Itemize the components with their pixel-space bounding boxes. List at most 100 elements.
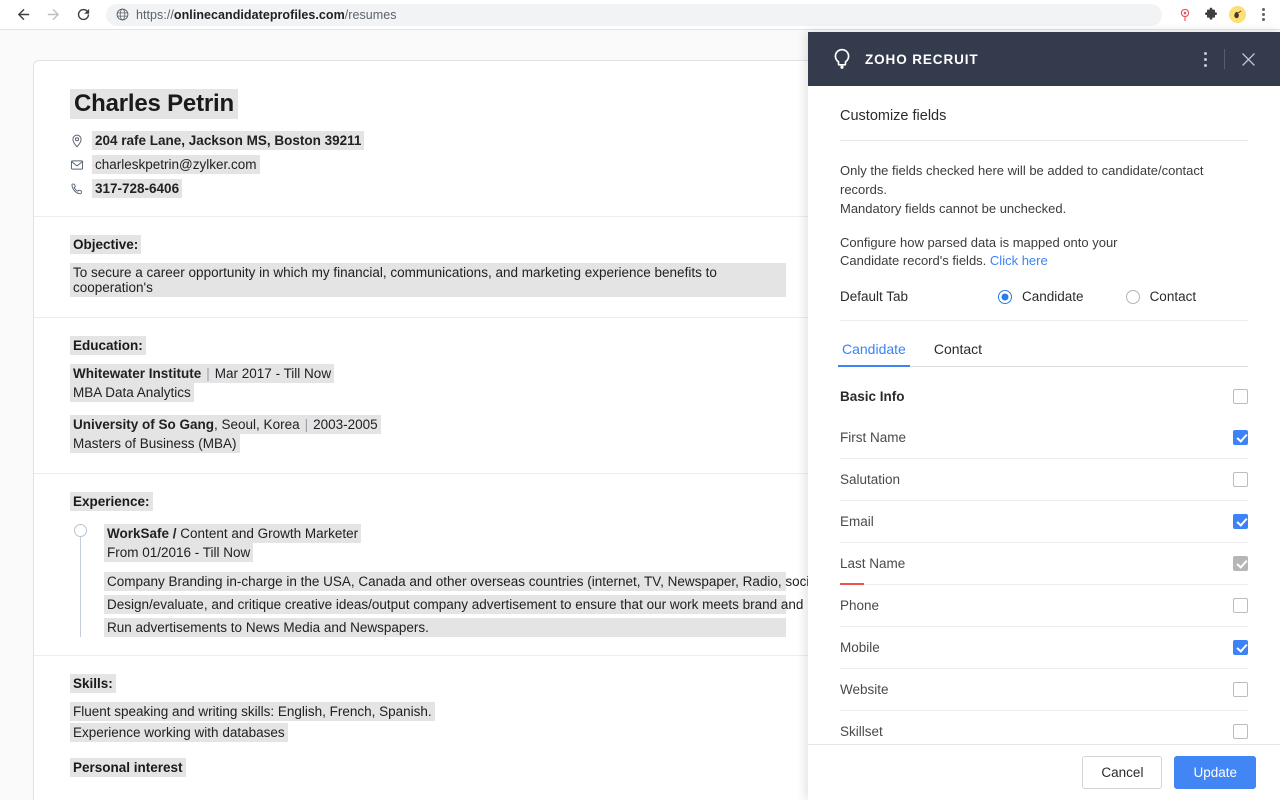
customize-fields-title: Customize fields bbox=[840, 86, 1248, 140]
panel-footer: Cancel Update bbox=[808, 744, 1280, 800]
browser-menu-icon[interactable] bbox=[1250, 2, 1276, 28]
field-label: Last Name bbox=[840, 556, 905, 571]
panel-tabs: Candidate Contact bbox=[840, 341, 1248, 367]
description-line-1: Only the fields checked here will be add… bbox=[840, 163, 1204, 197]
field-group-label: Basic Info bbox=[840, 389, 905, 404]
close-icon[interactable] bbox=[1233, 46, 1264, 73]
field-checkbox[interactable] bbox=[1233, 682, 1248, 697]
configure-description: Configure how parsed data is mapped onto… bbox=[840, 219, 1248, 272]
configure-line-2: Candidate record's fields. bbox=[840, 253, 986, 268]
update-button[interactable]: Update bbox=[1174, 756, 1256, 789]
tab-candidate[interactable]: Candidate bbox=[840, 341, 908, 366]
experience-section: Experience: WorkSafe / Content and Growt… bbox=[70, 492, 786, 637]
honey-badge bbox=[1229, 6, 1246, 23]
experience-title: WorkSafe / Content and Growth Marketer bbox=[104, 524, 361, 543]
arrow-right-icon bbox=[45, 6, 62, 23]
field-checkbox[interactable] bbox=[1233, 430, 1248, 445]
candidate-name: Charles Petrin bbox=[70, 89, 238, 119]
cancel-button[interactable]: Cancel bbox=[1082, 756, 1162, 789]
click-here-link[interactable]: Click here bbox=[990, 253, 1048, 268]
panel-scroll-area[interactable]: Customize fields Only the fields checked… bbox=[808, 86, 1280, 744]
field-row[interactable]: Phone bbox=[840, 585, 1248, 627]
default-tab-row: Default Tab Candidate Contact bbox=[840, 271, 1248, 321]
contact-email: charleskpetrin@zylker.com bbox=[92, 155, 260, 174]
field-row[interactable]: Salutation bbox=[840, 459, 1248, 501]
education-heading: Education: bbox=[70, 336, 146, 355]
skill-item: Fluent speaking and writing skills: Engl… bbox=[70, 702, 435, 721]
field-label: Salutation bbox=[840, 472, 900, 487]
field-checkbox[interactable] bbox=[1233, 389, 1248, 404]
field-row[interactable]: Last Name bbox=[840, 543, 1248, 585]
contact-phone: 317-728-6406 bbox=[92, 179, 182, 198]
radio-option-candidate[interactable]: Candidate bbox=[998, 289, 1084, 304]
phone-icon bbox=[70, 182, 92, 196]
field-row[interactable]: Email bbox=[840, 501, 1248, 543]
globe-icon bbox=[116, 8, 129, 21]
radio-option-contact[interactable]: Contact bbox=[1126, 289, 1197, 304]
field-label: Website bbox=[840, 682, 889, 697]
panel-header: ZOHO RECRUIT bbox=[808, 32, 1280, 86]
field-checkbox[interactable] bbox=[1233, 640, 1248, 655]
panel-description: Only the fields checked here will be add… bbox=[840, 141, 1248, 219]
field-row[interactable]: Skillset bbox=[840, 711, 1248, 744]
divider bbox=[34, 473, 824, 474]
objective-section: Objective: To secure a career opportunit… bbox=[70, 235, 786, 299]
experience-bullets: Company Branding in-charge in the USA, C… bbox=[104, 572, 786, 637]
field-row[interactable]: First Name bbox=[840, 417, 1248, 459]
radio-contact-input[interactable] bbox=[1126, 290, 1140, 304]
field-label: Mobile bbox=[840, 640, 880, 655]
panel-kebab-menu-icon[interactable] bbox=[1195, 46, 1216, 73]
pin-extension-icon[interactable] bbox=[1172, 2, 1198, 28]
experience-heading: Experience: bbox=[70, 492, 153, 511]
envelope-icon bbox=[70, 158, 92, 172]
field-label: Phone bbox=[840, 598, 879, 613]
contact-address-row: 204 rafe Lane, Jackson MS, Boston 39211 bbox=[70, 131, 786, 150]
divider bbox=[34, 655, 824, 656]
puzzle-extension-icon[interactable] bbox=[1198, 2, 1224, 28]
panel-brand-title: ZOHO RECRUIT bbox=[865, 52, 1195, 67]
field-label: First Name bbox=[840, 430, 906, 445]
field-checkbox[interactable] bbox=[1233, 598, 1248, 613]
radio-candidate-input[interactable] bbox=[998, 290, 1012, 304]
timeline-rail bbox=[80, 530, 81, 637]
screen-root: https://onlinecandidateprofiles.com/resu… bbox=[0, 0, 1280, 800]
education-school-line: University of So Gang, Seoul, Korea|2003… bbox=[70, 415, 381, 434]
configure-line-1: Configure how parsed data is mapped onto… bbox=[840, 235, 1118, 250]
default-tab-label: Default Tab bbox=[840, 289, 998, 304]
education-degree: MBA Data Analytics bbox=[70, 383, 194, 402]
contact-email-row: charleskpetrin@zylker.com bbox=[70, 155, 786, 174]
field-label: Skillset bbox=[840, 724, 883, 739]
field-label: Email bbox=[840, 514, 874, 529]
education-entry: Whitewater Institute|Mar 2017 - Till Now… bbox=[70, 364, 786, 404]
skills-heading: Skills: bbox=[70, 674, 116, 693]
field-checkbox[interactable] bbox=[1233, 472, 1248, 487]
timeline-dot-icon bbox=[74, 524, 87, 537]
honey-extension-icon[interactable] bbox=[1224, 2, 1250, 28]
address-bar[interactable]: https://onlinecandidateprofiles.com/resu… bbox=[106, 4, 1162, 26]
browser-toolbar: https://onlinecandidateprofiles.com/resu… bbox=[0, 0, 1280, 30]
field-row[interactable]: Website bbox=[840, 669, 1248, 711]
reload-icon bbox=[75, 6, 92, 23]
tab-contact[interactable]: Contact bbox=[932, 341, 984, 366]
back-button[interactable] bbox=[8, 0, 38, 30]
divider bbox=[34, 317, 824, 318]
personal-interest-section: Personal interest bbox=[70, 758, 786, 786]
contact-address: 204 rafe Lane, Jackson MS, Boston 39211 bbox=[92, 131, 364, 150]
extension-icons bbox=[1172, 2, 1280, 28]
skills-section: Skills: Fluent speaking and writing skil… bbox=[70, 674, 786, 744]
field-row[interactable]: Mobile bbox=[840, 627, 1248, 669]
forward-button[interactable] bbox=[38, 0, 68, 30]
reload-button[interactable] bbox=[68, 0, 98, 30]
field-row[interactable]: Basic Info bbox=[840, 375, 1248, 417]
education-school-line: Whitewater Institute|Mar 2017 - Till Now bbox=[70, 364, 334, 383]
zoho-recruit-logo-icon bbox=[830, 47, 854, 71]
field-checkbox bbox=[1233, 556, 1248, 571]
field-checkbox[interactable] bbox=[1233, 724, 1248, 739]
description-line-2: Mandatory fields cannot be unchecked. bbox=[840, 201, 1066, 216]
url-text: https://onlinecandidateprofiles.com/resu… bbox=[136, 8, 397, 22]
field-checkbox[interactable] bbox=[1233, 514, 1248, 529]
objective-body: To secure a career opportunity in which … bbox=[70, 263, 786, 297]
objective-heading: Objective: bbox=[70, 235, 141, 254]
arrow-left-icon bbox=[15, 6, 32, 23]
divider bbox=[34, 216, 824, 217]
